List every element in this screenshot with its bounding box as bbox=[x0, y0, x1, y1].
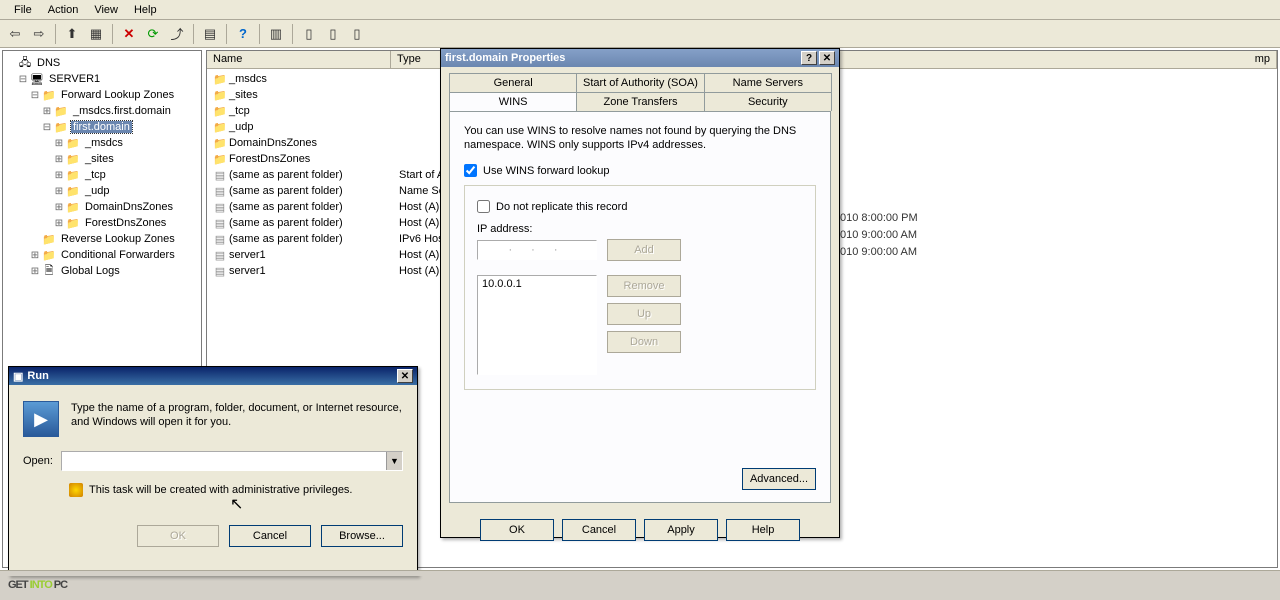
tab-zone-transfers[interactable]: Zone Transfers bbox=[576, 92, 704, 111]
tab-general[interactable]: General bbox=[449, 73, 577, 92]
delete-icon[interactable]: ✕ bbox=[118, 23, 140, 45]
tree-sub[interactable]: ⊞📁ForestDnsZones bbox=[5, 215, 199, 231]
shield-icon bbox=[69, 483, 83, 497]
open-combobox[interactable]: ▼ bbox=[61, 451, 403, 471]
tree-sub[interactable]: ⊞📁_msdcs bbox=[5, 135, 199, 151]
status-strip bbox=[0, 570, 1280, 576]
dialog-titlebar[interactable]: first.domain Properties ? ✕ bbox=[441, 49, 839, 67]
ip-list[interactable]: 10.0.0.1 bbox=[477, 275, 597, 375]
tab-content: You can use WINS to resolve names not fo… bbox=[449, 111, 831, 503]
tree-sub[interactable]: ⊞📁_udp bbox=[5, 183, 199, 199]
tabs-row1: General Start of Authority (SOA) Name Se… bbox=[441, 67, 839, 92]
menu-file[interactable]: File bbox=[6, 2, 40, 18]
up-icon[interactable]: ⬆ bbox=[61, 23, 83, 45]
cancel-button[interactable]: Cancel bbox=[562, 519, 636, 541]
tree-zone-first[interactable]: ⊟📁first.domain bbox=[5, 119, 199, 135]
properties-dialog: first.domain Properties ? ✕ General Star… bbox=[440, 48, 840, 538]
down-button: Down bbox=[607, 331, 681, 353]
run-title: Run bbox=[27, 370, 48, 382]
ok-button[interactable]: OK bbox=[480, 519, 554, 541]
add-button: Add bbox=[607, 239, 681, 261]
tree-sub[interactable]: ⊞📁_tcp bbox=[5, 167, 199, 183]
run-close-button[interactable]: ✕ bbox=[397, 369, 413, 383]
filter-icon[interactable]: ▥ bbox=[265, 23, 287, 45]
chk-use-wins[interactable]: Use WINS forward lookup bbox=[464, 164, 816, 177]
tree-cond[interactable]: ⊞📁Conditional Forwarders bbox=[5, 247, 199, 263]
help-icon[interactable]: ? bbox=[232, 23, 254, 45]
dropdown-icon[interactable]: ▼ bbox=[386, 452, 402, 470]
chk-use-wins-box[interactable] bbox=[464, 164, 477, 177]
toolbar: ⇦ ⇨ ⬆ ▦ ✕ ⟳ ⤴ ▤ ? ▥ ▯ ▯ ▯ bbox=[0, 20, 1280, 48]
advanced-button[interactable]: Advanced... bbox=[742, 468, 816, 490]
help-button[interactable]: ? bbox=[801, 51, 817, 65]
chk-no-replicate[interactable]: Do not replicate this record bbox=[477, 200, 803, 213]
admin-note: This task will be created with administr… bbox=[89, 484, 353, 496]
tab-wins[interactable]: WINS bbox=[449, 92, 577, 111]
tree-root[interactable]: 🖧DNS bbox=[5, 55, 199, 71]
tree-sub[interactable]: ⊞📁DomainDnsZones bbox=[5, 199, 199, 215]
menu-help[interactable]: Help bbox=[126, 2, 165, 18]
close-button[interactable]: ✕ bbox=[819, 51, 835, 65]
apply-button[interactable]: Apply bbox=[644, 519, 718, 541]
peek-timestamps: 010 8:00:00 PM 010 9:00:00 AM 010 9:00:0… bbox=[840, 210, 918, 261]
up-button: Up bbox=[607, 303, 681, 325]
wins-group: Do not replicate this record IP address:… bbox=[464, 185, 816, 390]
run-body: ▶ Type the name of a program, folder, do… bbox=[9, 385, 417, 563]
run-icon: ▶ bbox=[23, 401, 59, 437]
menu-bar: File Action View Help bbox=[0, 0, 1280, 20]
show-hide-icon[interactable]: ▦ bbox=[85, 23, 107, 45]
tabs-row2: WINS Zone Transfers Security bbox=[441, 92, 839, 111]
run-description: Type the name of a program, folder, docu… bbox=[71, 401, 403, 437]
menu-view[interactable]: View bbox=[86, 2, 126, 18]
list-icon[interactable]: ▯ bbox=[298, 23, 320, 45]
ip-input[interactable]: · · · bbox=[477, 240, 597, 260]
open-label: Open: bbox=[23, 455, 53, 467]
tab-soa[interactable]: Start of Authority (SOA) bbox=[576, 73, 704, 92]
chk-no-replicate-label: Do not replicate this record bbox=[496, 201, 627, 213]
tree-sub[interactable]: ⊞📁_sites bbox=[5, 151, 199, 167]
tree-fwd[interactable]: ⊟📁Forward Lookup Zones bbox=[5, 87, 199, 103]
tree-zone-msdcs[interactable]: ⊞📁_msdcs.first.domain bbox=[5, 103, 199, 119]
chk-use-wins-label: Use WINS forward lookup bbox=[483, 165, 610, 177]
run-ok-button: OK bbox=[137, 525, 219, 547]
tree-server[interactable]: ⊟🖥SERVER1 bbox=[5, 71, 199, 87]
menu-action[interactable]: Action bbox=[40, 2, 87, 18]
watermark-logo: GET INTO PC bbox=[8, 568, 67, 594]
remove-button: Remove bbox=[607, 275, 681, 297]
detail-icon[interactable]: ▯ bbox=[322, 23, 344, 45]
help-button[interactable]: Help bbox=[726, 519, 800, 541]
refresh-icon[interactable]: ⟳ bbox=[142, 23, 164, 45]
tree-logs[interactable]: ⊞🗎Global Logs bbox=[5, 263, 199, 279]
forward-icon[interactable]: ⇨ bbox=[28, 23, 50, 45]
tab-ns[interactable]: Name Servers bbox=[704, 73, 832, 92]
run-dialog: ▣ Run ✕ ▶ Type the name of a program, fo… bbox=[8, 366, 418, 576]
tree-rev[interactable]: 📁Reverse Lookup Zones bbox=[5, 231, 199, 247]
tile-icon[interactable]: ▯ bbox=[346, 23, 368, 45]
run-cancel-button[interactable]: Cancel bbox=[229, 525, 311, 547]
wins-description: You can use WINS to resolve names not fo… bbox=[464, 124, 816, 152]
dialog-buttons: OK Cancel Apply Help bbox=[441, 511, 839, 549]
export-icon[interactable]: ⤴ bbox=[166, 23, 188, 45]
tab-security[interactable]: Security bbox=[704, 92, 832, 111]
back-icon[interactable]: ⇦ bbox=[4, 23, 26, 45]
properties-icon[interactable]: ▤ bbox=[199, 23, 221, 45]
ip-label: IP address: bbox=[477, 223, 803, 235]
run-titlebar[interactable]: ▣ Run ✕ bbox=[9, 367, 417, 385]
col-name[interactable]: Name bbox=[207, 51, 391, 68]
dialog-title: first.domain Properties bbox=[445, 52, 565, 64]
run-browse-button[interactable]: Browse... bbox=[321, 525, 403, 547]
chk-no-replicate-box[interactable] bbox=[477, 200, 490, 213]
